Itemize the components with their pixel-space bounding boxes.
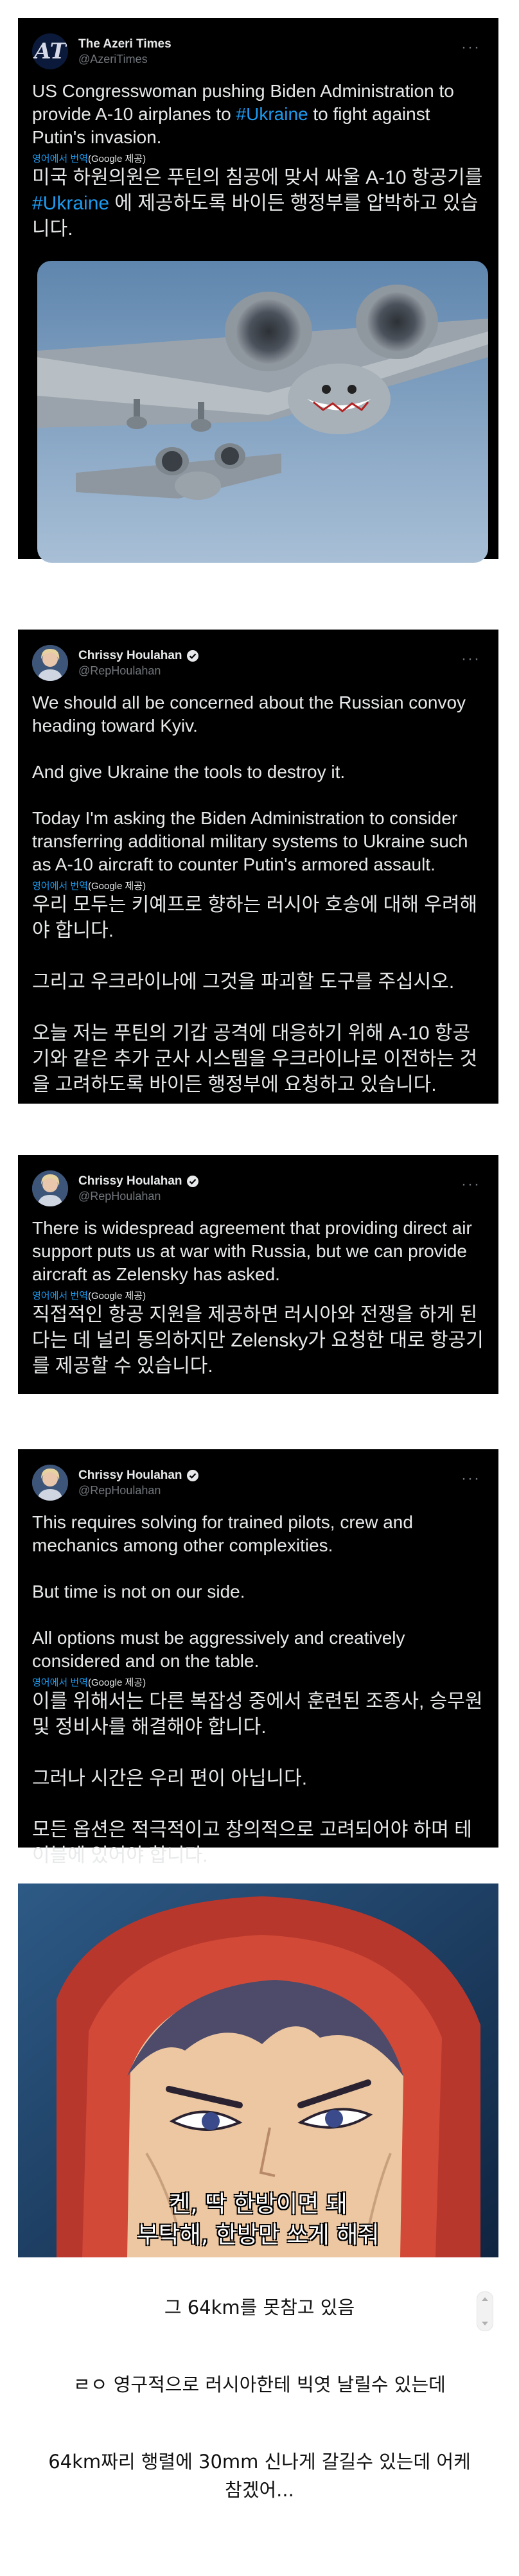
author-handle[interactable]: @RepHoulahan — [78, 664, 199, 678]
tweet-card-2[interactable]: Chrissy Houlahan @RepHoulahan ··· We sho… — [18, 630, 498, 1104]
avatar[interactable] — [32, 1465, 68, 1501]
verified-badge-icon — [186, 1175, 198, 1187]
translate-link[interactable]: 영어에서 번역 — [32, 1291, 88, 1301]
translation-note: 영어에서 번역(Google 제공) — [32, 1291, 146, 1301]
scroll-up-icon[interactable] — [482, 2297, 488, 2301]
tweet-header: Chrissy Houlahan @RepHoulahan ··· — [32, 642, 484, 684]
tweet-header: Chrissy Houlahan @RepHoulahan ··· — [32, 1462, 484, 1503]
hashtag-link[interactable]: #Ukraine — [32, 193, 109, 214]
author-handle[interactable]: @RepHoulahan — [78, 1189, 199, 1204]
profile-photo — [32, 1170, 68, 1206]
tweet-text: This requires solving for trained pilots… — [32, 1512, 413, 1671]
translation-note: 영어에서 번역(Google 제공) — [32, 881, 146, 892]
author-handle[interactable]: @RepHoulahan — [78, 1483, 199, 1498]
tweet-header: AT The Azeri Times @AzeriTimes ··· — [32, 31, 484, 72]
profile-photo — [32, 645, 68, 681]
tweet-header: Chrissy Houlahan @RepHoulahan ··· — [32, 1168, 484, 1209]
tweet-card-4[interactable]: Chrissy Houlahan @RepHoulahan ··· This r… — [18, 1449, 498, 1866]
tweet-card-3[interactable]: Chrissy Houlahan @RepHoulahan ··· There … — [18, 1155, 498, 1394]
translation-note: 영어에서 번역(Google 제공) — [32, 154, 146, 164]
a10-aircraft-photo[interactable] — [37, 261, 488, 563]
translate-link[interactable]: 영어에서 번역 — [32, 1677, 88, 1688]
author-name[interactable]: Chrissy Houlahan — [78, 648, 182, 664]
profile-photo — [32, 1465, 68, 1501]
verified-badge-icon — [186, 649, 198, 662]
author-name[interactable]: Chrissy Houlahan — [78, 1468, 182, 1483]
comment-line-1: 그 64km를 못참고 있음 — [164, 2297, 355, 2318]
scroll-down-icon[interactable] — [482, 2322, 488, 2325]
subtitle-line-2: 부탁해, 한방만 쏘게 해줘 — [137, 2222, 380, 2248]
translated-text: 우리 모두는 키예프로 향하는 러시아 호송에 대해 우려해야 합니다. 그리고… — [32, 894, 478, 1095]
avatar[interactable] — [32, 645, 68, 681]
tweet-text: US Congresswoman pushing Biden Administr… — [32, 81, 459, 147]
translated-text: 이를 위해서는 다른 복잡성 중에서 훈련된 조종사, 승무원 및 정비사를 해… — [32, 1691, 483, 1866]
tweet-text: There is widespread agreement that provi… — [32, 1218, 477, 1284]
a10-aircraft-image — [37, 261, 488, 563]
translation-note: 영어에서 번역(Google 제공) — [32, 1677, 146, 1688]
translate-link[interactable]: 영어에서 번역 — [32, 881, 88, 892]
author-handle[interactable]: @AzeriTimes — [78, 52, 172, 67]
author-name[interactable]: The Azeri Times — [78, 37, 172, 52]
comment-line-2: ㄹㅇ 영구적으로 러시아한테 빅엿 날릴수 있는데 — [73, 2374, 446, 2395]
comment-line-3: 64km짜리 행렬에 30mm 신나게 갈길수 있는데 어케 참겠어... — [48, 2451, 471, 2501]
more-options-icon[interactable]: ··· — [461, 1471, 480, 1486]
avatar[interactable]: AT — [32, 33, 68, 69]
anime-meme-image: 켄, 딱 한방이면 돼 부탁해, 한방만 쏘게 해줘 — [18, 1883, 498, 2257]
verified-badge-icon — [186, 1469, 198, 1481]
translate-link[interactable]: 영어에서 번역 — [32, 154, 88, 164]
hashtag-link[interactable]: #Ukraine — [236, 104, 308, 124]
author-name[interactable]: Chrissy Houlahan — [78, 1174, 182, 1189]
more-options-icon[interactable]: ··· — [461, 40, 480, 55]
more-options-icon[interactable]: ··· — [461, 651, 480, 667]
translated-text: 미국 하원의원은 푸틴의 침공에 맞서 싸울 A-10 항공기를 #Ukrain… — [32, 167, 488, 240]
avatar[interactable] — [32, 1170, 68, 1206]
tweet-card-1[interactable]: AT The Azeri Times @AzeriTimes ··· US Co… — [18, 18, 498, 563]
tweet-text: We should all be concerned about the Rus… — [32, 693, 468, 874]
more-options-icon[interactable]: ··· — [461, 1177, 480, 1192]
subtitle-line-1: 켄, 딱 한방이면 돼 — [169, 2191, 347, 2218]
translated-text: 직접적인 항공 지원을 제공하면 러시아와 전쟁을 하게 된다는 데 널리 동의… — [32, 1304, 484, 1377]
scroll-indicator[interactable] — [477, 2291, 493, 2331]
